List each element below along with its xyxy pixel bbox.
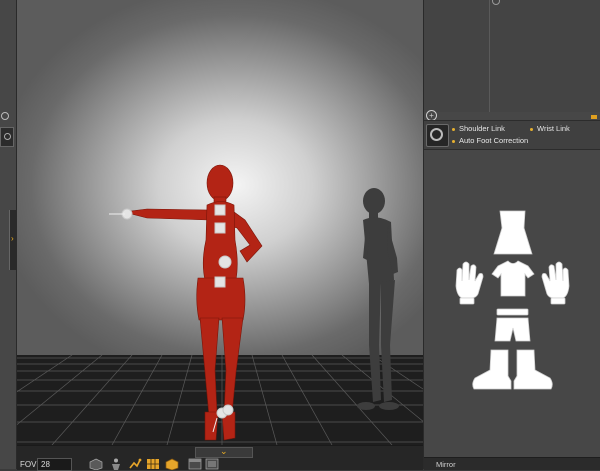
layout-icon[interactable] — [205, 458, 219, 470]
bone-icon[interactable] — [128, 458, 142, 470]
mirror-label: Mirror — [436, 460, 456, 469]
shorts-icon[interactable] — [494, 317, 531, 342]
wrist-link-label: Wrist Link — [537, 124, 570, 133]
window-icon[interactable] — [188, 458, 202, 470]
wrist-link-option[interactable]: Wrist Link — [530, 124, 570, 133]
body-part-selector — [455, 210, 570, 390]
left-wrist-icon[interactable] — [459, 297, 475, 305]
cube-icon[interactable] — [89, 458, 103, 470]
auto-foot-correction-option[interactable]: Auto Foot Correction — [452, 136, 528, 145]
chest-handle[interactable] — [214, 204, 226, 216]
left-hand-icon[interactable] — [455, 261, 484, 299]
tool-icon[interactable] — [0, 127, 14, 147]
right-hand-icon[interactable] — [541, 261, 570, 299]
fov-label: FOV — [20, 460, 37, 469]
add-icon[interactable] — [1, 112, 9, 120]
link-tool-icon[interactable] — [426, 124, 449, 147]
hip-handle[interactable] — [214, 276, 226, 288]
left-foot-icon[interactable] — [472, 349, 512, 390]
shirt-icon[interactable] — [491, 260, 535, 297]
viewport-scene — [17, 164, 423, 445]
pelvis-handle[interactable] — [218, 255, 232, 269]
floor — [17, 355, 423, 445]
right-foot-icon[interactable] — [513, 349, 553, 390]
fov-input[interactable] — [37, 458, 72, 471]
right-panel: + Shoulder Link Wrist Link Auto Foot Cor… — [423, 0, 600, 470]
expand-icon: › — [11, 234, 14, 243]
mirror-bar[interactable]: Mirror — [424, 457, 600, 470]
link-options: Shoulder Link Wrist Link Auto Foot Corre… — [424, 120, 600, 150]
panel-top-area — [424, 0, 600, 112]
collapse-tab[interactable]: ⌄ — [195, 446, 253, 458]
grid-icon[interactable] — [146, 458, 160, 470]
3d-viewport[interactable] — [17, 0, 423, 445]
waist-handle[interactable] — [214, 222, 226, 234]
accent-marker — [591, 115, 597, 119]
belt-icon[interactable] — [496, 308, 529, 316]
figure-icon[interactable] — [109, 458, 123, 470]
expand-panel-handle[interactable]: › — [9, 210, 17, 270]
box-icon[interactable] — [165, 458, 179, 470]
right-wrist-icon[interactable] — [550, 297, 566, 305]
panel-divider — [489, 0, 490, 112]
chevron-down-icon: ⌄ — [220, 446, 228, 456]
marker-icon[interactable] — [492, 0, 500, 5]
left-strip: › — [0, 0, 17, 469]
viewport-bottom-bar: ⌄ FOV — [17, 445, 423, 471]
right-foot-handle[interactable] — [222, 404, 234, 416]
head-icon[interactable] — [493, 210, 533, 255]
shoulder-link-option[interactable]: Shoulder Link — [452, 124, 505, 133]
bullet-icon — [530, 127, 533, 131]
shoulder-link-label: Shoulder Link — [459, 124, 505, 133]
bullet-icon — [452, 139, 455, 143]
bullet-icon — [452, 127, 455, 131]
auto-foot-correction-label: Auto Foot Correction — [459, 136, 529, 145]
